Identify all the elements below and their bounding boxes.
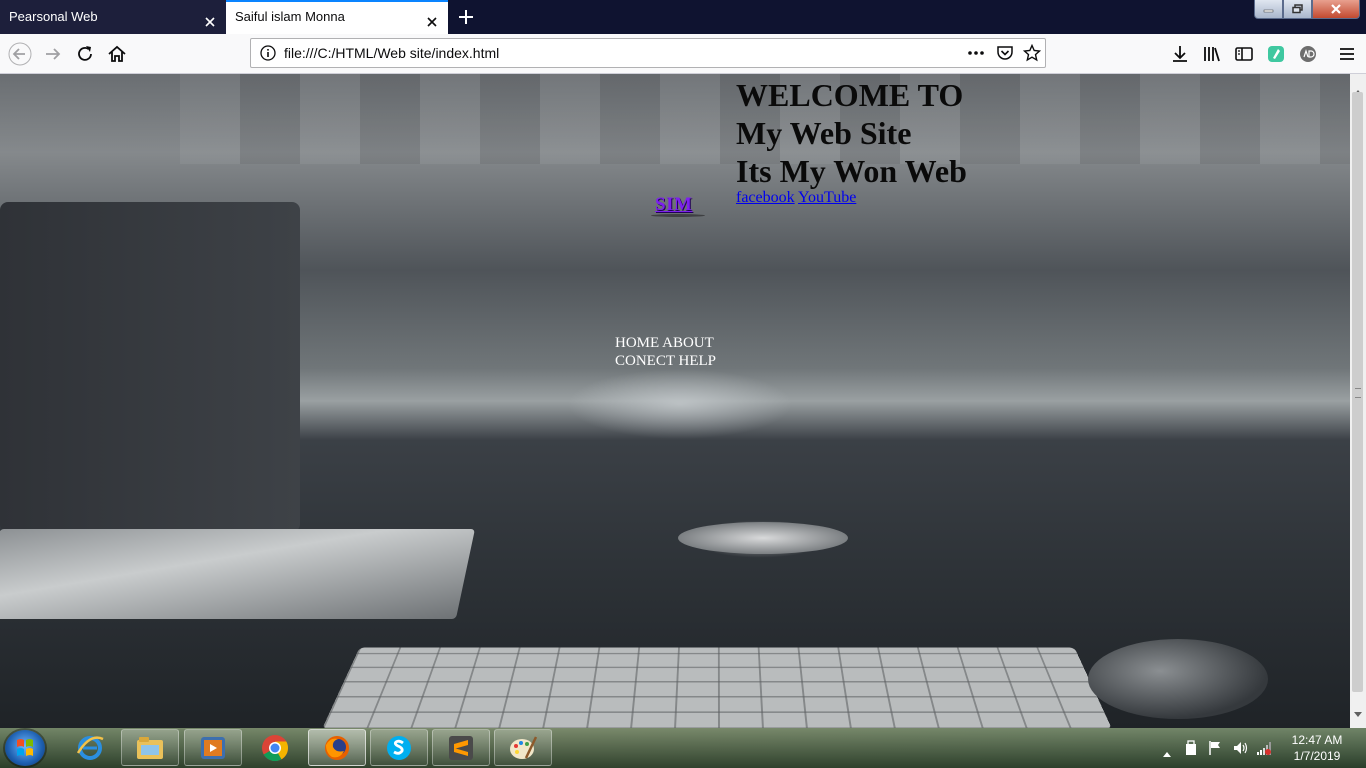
start-button[interactable]: [5, 730, 45, 766]
forward-button[interactable]: [41, 42, 65, 66]
heading-line: WELCOME TO: [736, 77, 964, 113]
heading-line: My Web Site: [736, 115, 912, 151]
background-mouse: [1088, 639, 1268, 719]
downloads-icon[interactable]: [1168, 42, 1192, 66]
restore-button[interactable]: [1283, 0, 1312, 19]
scroll-down-arrow-icon[interactable]: [1354, 703, 1362, 722]
tab-close-icon[interactable]: [424, 9, 440, 27]
menu-item-help[interactable]: HELP: [678, 353, 716, 369]
youtube-link[interactable]: YouTube: [798, 189, 856, 206]
clock-time: 12:47 AM: [1291, 733, 1343, 747]
background-laptop-base: [0, 529, 476, 619]
tab-saiful-islam-monna[interactable]: Saiful islam Monna: [226, 0, 448, 34]
pocket-icon[interactable]: [996, 44, 1014, 62]
heading-line: Its My Won Web: [736, 153, 967, 189]
extension-icon[interactable]: [1264, 42, 1288, 66]
network-signal-icon[interactable]: [1256, 740, 1272, 760]
vertical-scrollbar[interactable]: [1350, 74, 1366, 728]
taskbar-windows-explorer[interactable]: [121, 729, 179, 766]
url-text: file:///C:/HTML/Web site/index.html: [284, 45, 500, 61]
taskbar-firefox[interactable]: [308, 729, 366, 766]
close-window-button[interactable]: [1312, 0, 1360, 19]
page-actions-icon[interactable]: [967, 44, 985, 62]
facebook-link[interactable]: facebook: [736, 189, 795, 206]
navigation-toolbar: file:///C:/HTML/Web site/index.html: [0, 34, 1366, 74]
url-bar[interactable]: file:///C:/HTML/Web site/index.html: [250, 38, 1046, 68]
info-icon[interactable]: [259, 44, 277, 62]
library-icon[interactable]: [1200, 42, 1224, 66]
bookmark-star-icon[interactable]: [1022, 43, 1042, 62]
new-tab-icon[interactable]: [454, 5, 478, 29]
taskbar-internet-explorer[interactable]: [61, 729, 119, 766]
menu-item-about[interactable]: ABOUT: [662, 335, 714, 351]
tab-title: Pearsonal Web: [9, 9, 98, 24]
reload-icon[interactable]: [73, 42, 97, 66]
menu-hamburger-icon[interactable]: [1335, 42, 1359, 66]
window-controls: [1254, 0, 1360, 20]
scrollbar-thumb[interactable]: [1352, 92, 1363, 692]
adblock-icon[interactable]: [1296, 42, 1320, 66]
usb-device-icon[interactable]: [1184, 740, 1198, 760]
taskbar-skype[interactable]: [370, 729, 428, 766]
scrollbar-grip: [1355, 388, 1361, 398]
clock-date: 1/7/2019: [1293, 749, 1341, 763]
site-menu: HOME ABOUT CONECT HELP: [615, 334, 725, 370]
windows-taskbar: 12:47 AM 1/7/2019: [0, 728, 1366, 768]
back-button[interactable]: [8, 42, 32, 66]
home-icon[interactable]: [105, 42, 129, 66]
social-links: facebook YouTube: [736, 188, 856, 208]
tab-pearsonal-web[interactable]: Pearsonal Web: [0, 0, 226, 34]
background-bowl: [678, 522, 848, 554]
taskbar-sublime-text[interactable]: [432, 729, 490, 766]
action-center-flag-icon[interactable]: [1208, 740, 1222, 760]
tab-title: Saiful islam Monna: [235, 9, 345, 24]
sidebar-icon[interactable]: [1232, 42, 1256, 66]
page-heading: WELCOME TO My Web Site Its My Won Web: [736, 76, 967, 190]
background-keyboard: [322, 647, 1112, 728]
site-logo[interactable]: SIM: [655, 194, 692, 216]
background-laptop-screen: [0, 202, 300, 532]
tab-close-icon[interactable]: [202, 9, 218, 27]
show-hidden-icons-arrow[interactable]: [1162, 743, 1172, 762]
logo-shadow: [651, 214, 705, 217]
web-page-content: WELCOME TO My Web Site Its My Won Web fa…: [0, 74, 1350, 728]
volume-icon[interactable]: [1232, 740, 1248, 760]
taskbar-clock[interactable]: 12:47 AM 1/7/2019: [1282, 732, 1352, 764]
menu-item-conect[interactable]: CONECT: [615, 353, 675, 369]
menu-item-home[interactable]: HOME: [615, 335, 659, 351]
minimize-button[interactable]: [1254, 0, 1283, 19]
taskbar-media-player[interactable]: [184, 729, 242, 766]
taskbar-chrome[interactable]: [246, 729, 304, 766]
taskbar-paint[interactable]: [494, 729, 552, 766]
tab-strip: Pearsonal Web Saiful islam Monna: [0, 0, 1366, 34]
